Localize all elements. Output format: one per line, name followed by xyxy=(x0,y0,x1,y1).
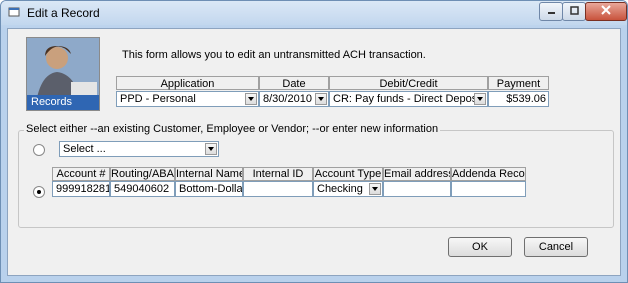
column-header-payment: Payment xyxy=(488,76,549,90)
minimize-button[interactable] xyxy=(539,2,563,21)
new-information-radio[interactable] xyxy=(33,186,45,198)
account-type-value: Checking xyxy=(317,183,363,195)
column-header-account-type: Account Type xyxy=(313,167,383,181)
chevron-down-icon[interactable] xyxy=(205,143,217,155)
application-value: PPD - Personal xyxy=(120,93,196,105)
column-header-email: Email address xyxy=(383,167,451,181)
account-number-field[interactable]: 999918281 xyxy=(52,181,110,197)
payment-field[interactable]: $539.06 xyxy=(488,91,549,107)
column-header-internal-id: Internal ID xyxy=(243,167,313,181)
column-header-addenda: Addenda Record xyxy=(451,167,526,181)
application-select[interactable]: PPD - Personal xyxy=(116,91,259,107)
date-select[interactable]: 8/30/2010 xyxy=(259,91,329,107)
column-header-account: Account # xyxy=(52,167,110,181)
form-body: Records This form allows you to edit an … xyxy=(7,28,621,276)
column-header-routing: Routing/ABA # xyxy=(110,167,175,181)
routing-number-field[interactable]: 549040602 xyxy=(110,181,175,197)
close-button[interactable] xyxy=(585,2,627,21)
ok-button[interactable]: OK xyxy=(448,237,512,257)
edit-record-window: Edit a Record Records This form allows y… xyxy=(0,0,628,283)
window-title: Edit a Record xyxy=(27,6,100,20)
internal-name-field[interactable]: Bottom-Dollar Ma xyxy=(175,181,243,197)
chevron-down-icon[interactable] xyxy=(474,93,486,105)
records-label: Records xyxy=(27,95,99,110)
maximize-icon xyxy=(569,5,579,18)
email-field[interactable] xyxy=(383,181,451,197)
chevron-down-icon[interactable] xyxy=(369,183,381,195)
group-label: Select either --an existing Customer, Em… xyxy=(24,123,441,135)
debit-credit-value: CR: Pay funds - Direct Deposit, Venc xyxy=(333,93,487,105)
maximize-button[interactable] xyxy=(562,2,586,21)
internal-id-field[interactable] xyxy=(243,181,313,197)
existing-record-radio[interactable] xyxy=(33,144,45,156)
account-type-select[interactable]: Checking xyxy=(313,181,383,197)
column-header-debit-credit: Debit/Credit xyxy=(329,76,488,90)
minimize-icon xyxy=(547,6,556,18)
app-window-icon xyxy=(8,6,20,18)
addenda-record-field[interactable] xyxy=(451,181,526,197)
column-header-date: Date xyxy=(259,76,329,90)
chevron-down-icon[interactable] xyxy=(315,93,327,105)
cancel-button[interactable]: Cancel xyxy=(524,237,588,257)
select-placeholder: Select ... xyxy=(63,143,106,155)
column-header-application: Application xyxy=(116,76,259,90)
existing-record-select[interactable]: Select ... xyxy=(59,141,219,157)
intro-text: This form allows you to edit an untransm… xyxy=(122,49,426,61)
date-value: 8/30/2010 xyxy=(263,93,312,105)
column-header-internal-name: Internal Name xyxy=(175,167,243,181)
debit-credit-select[interactable]: CR: Pay funds - Direct Deposit, Venc xyxy=(329,91,488,107)
records-avatar: Records xyxy=(26,37,100,111)
close-icon xyxy=(601,5,611,18)
title-bar[interactable]: Edit a Record xyxy=(1,1,627,25)
chevron-down-icon[interactable] xyxy=(245,93,257,105)
